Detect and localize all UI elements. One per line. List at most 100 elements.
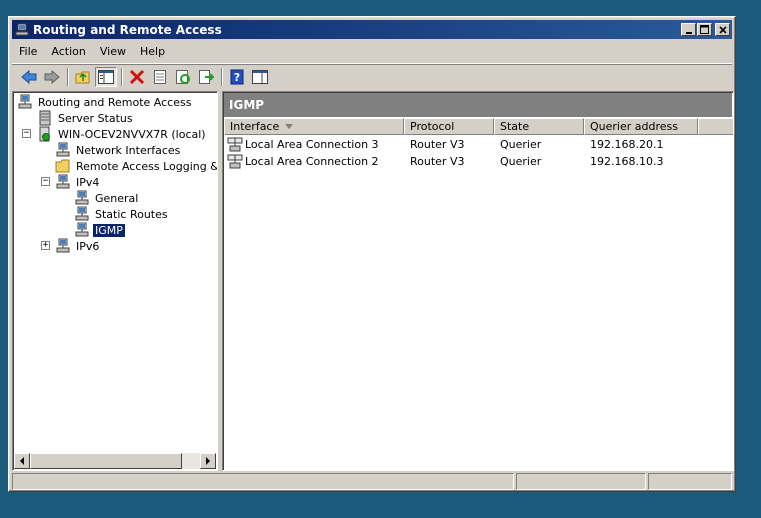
show-hide-console-tree-button[interactable] xyxy=(95,66,117,87)
menu-view[interactable]: View xyxy=(93,45,133,58)
up-one-level-button[interactable] xyxy=(72,67,94,87)
column-header-protocol[interactable]: Protocol xyxy=(404,118,494,135)
cell-interface: Local Area Connection 2 xyxy=(227,153,379,170)
collapse-toggle[interactable]: − xyxy=(22,129,31,138)
column-header-interface[interactable]: Interface xyxy=(224,118,404,135)
show-action-pane-button[interactable] xyxy=(249,67,271,87)
minimize-button[interactable] xyxy=(681,23,696,36)
list-row[interactable]: Local Area Connection 3 Router V3 Querie… xyxy=(224,136,732,153)
tree-item-label: IPv4 xyxy=(76,175,100,189)
help-button[interactable]: ? xyxy=(226,67,248,87)
tree-item-label: Remote Access Logging & Pol xyxy=(76,159,218,173)
router-icon xyxy=(75,206,89,221)
toolbar-separator xyxy=(221,67,223,86)
status-panel-middle xyxy=(515,473,647,490)
svg-text:?: ? xyxy=(234,71,240,84)
column-header-label: State xyxy=(500,120,530,133)
status-panel-main xyxy=(12,473,514,490)
title-bar[interactable]: Routing and Remote Access xyxy=(12,20,732,39)
result-pane: IGMP Interface Protocol State Querier ad… xyxy=(222,91,734,471)
tree-item-label: WIN-OCEV2NVVX7R (local) xyxy=(58,127,206,141)
tree-item-static-routes[interactable]: Static Routes xyxy=(74,206,170,222)
window-title: Routing and Remote Access xyxy=(33,22,222,37)
router-icon xyxy=(75,190,89,205)
column-header-querier-address[interactable]: Querier address xyxy=(584,118,698,135)
console-tree[interactable]: Routing and Remote Access Server Status … xyxy=(12,91,218,471)
menu-file[interactable]: File xyxy=(12,45,44,58)
back-button[interactable] xyxy=(18,67,40,87)
expand-toggle[interactable]: + xyxy=(41,241,50,250)
horizontal-scrollbar[interactable] xyxy=(14,453,216,469)
tree-item-ipv4[interactable]: IPv4 xyxy=(55,174,101,190)
maximize-button[interactable] xyxy=(697,23,712,36)
tree-item-rras[interactable]: Routing and Remote Access xyxy=(17,94,193,110)
tree-item-server-status[interactable]: Server Status xyxy=(37,110,135,126)
properties-button[interactable] xyxy=(149,67,171,87)
close-button[interactable] xyxy=(715,23,730,36)
tree-item-label: General xyxy=(95,191,139,205)
refresh-button[interactable] xyxy=(172,67,194,87)
tree-item-ipv6[interactable]: IPv6 xyxy=(55,238,101,254)
tree-item-label: Static Routes xyxy=(95,207,168,221)
arrow-left-icon xyxy=(20,457,24,465)
tree-item-server[interactable]: WIN-OCEV2NVVX7R (local) xyxy=(37,126,208,142)
router-icon xyxy=(75,222,89,237)
network-connection-icon xyxy=(227,154,243,168)
forward-button[interactable] xyxy=(41,67,63,87)
router-icon xyxy=(56,174,70,189)
show-hide-tree-icon xyxy=(98,69,114,84)
server-status-icon xyxy=(39,110,51,126)
up-folder-icon xyxy=(75,71,90,83)
toolbar: ? xyxy=(12,63,732,89)
column-header-state[interactable]: State xyxy=(494,118,584,135)
router-icon xyxy=(56,238,70,253)
export-list-icon xyxy=(199,69,214,84)
window-controls xyxy=(680,23,730,36)
folder-icon xyxy=(55,159,70,173)
main-window: Routing and Remote Access File Action Vi… xyxy=(8,16,736,492)
cell-querier-address: 192.168.20.1 xyxy=(590,138,664,151)
status-panel-right xyxy=(648,473,732,490)
delete-button[interactable] xyxy=(126,67,148,87)
toolbar-separator xyxy=(67,67,69,86)
forward-arrow-icon xyxy=(44,69,60,84)
server-icon xyxy=(39,126,50,142)
column-header-label: Protocol xyxy=(410,120,455,133)
tree-item-label: IGMP xyxy=(93,223,125,237)
tree-item-igmp[interactable]: IGMP xyxy=(74,222,125,238)
result-pane-title: IGMP xyxy=(224,93,732,117)
tree-item-general[interactable]: General xyxy=(74,190,140,206)
menu-bar: File Action View Help xyxy=(12,41,732,61)
close-icon xyxy=(718,25,727,34)
network-interfaces-icon xyxy=(56,142,70,157)
list-row[interactable]: Local Area Connection 2 Router V3 Querie… xyxy=(224,153,732,170)
status-bar xyxy=(12,473,732,490)
cell-protocol: Router V3 xyxy=(410,138,465,151)
properties-icon xyxy=(154,69,166,84)
help-icon: ? xyxy=(230,69,244,84)
column-header-label: Interface xyxy=(230,120,280,133)
back-arrow-icon xyxy=(21,69,37,84)
sort-descending-icon xyxy=(285,123,294,129)
cell-protocol: Router V3 xyxy=(410,155,465,168)
tree-item-label: Server Status xyxy=(58,111,133,125)
export-list-button[interactable] xyxy=(195,67,217,87)
scroll-right-button[interactable] xyxy=(200,453,216,469)
tree-item-label: Routing and Remote Access xyxy=(38,95,192,109)
action-pane-icon xyxy=(252,69,268,84)
tree-item-remote-access-logging[interactable]: Remote Access Logging & Pol xyxy=(55,158,218,174)
column-header-filler xyxy=(698,118,733,135)
menu-help[interactable]: Help xyxy=(133,45,172,58)
menu-action[interactable]: Action xyxy=(44,45,92,58)
delete-icon xyxy=(129,69,145,84)
arrow-right-icon xyxy=(206,457,210,465)
cell-querier-address: 192.168.10.3 xyxy=(590,155,664,168)
scroll-left-button[interactable] xyxy=(14,453,30,469)
minimize-icon xyxy=(685,31,692,34)
scroll-thumb[interactable] xyxy=(30,453,182,469)
cell-state: Querier xyxy=(500,155,542,168)
tree-item-network-interfaces[interactable]: Network Interfaces xyxy=(55,142,182,158)
rras-app-icon xyxy=(15,23,29,35)
collapse-toggle[interactable]: − xyxy=(41,177,50,186)
toolbar-separator xyxy=(121,67,123,86)
